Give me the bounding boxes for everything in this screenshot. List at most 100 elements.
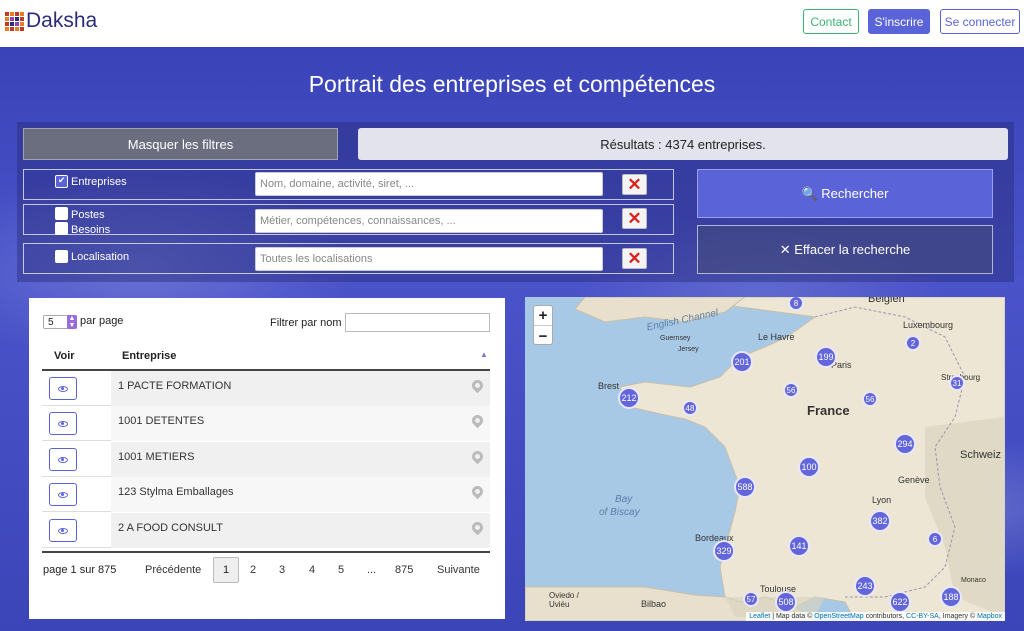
zoom-in-button[interactable]: + xyxy=(534,306,552,326)
map-cluster[interactable]: 294 xyxy=(894,433,916,455)
attribution-text: contributors, xyxy=(863,613,907,620)
map-label: Oviedo / Uviéu xyxy=(549,591,579,609)
map-cluster[interactable]: 56 xyxy=(783,382,799,398)
page-button[interactable]: 875 xyxy=(395,564,413,576)
map-cluster[interactable]: 141 xyxy=(788,535,810,557)
mapbox-link[interactable]: Mapbox xyxy=(977,613,1002,620)
table-row: 1 PACTE FORMATION xyxy=(42,371,490,406)
page-info: page 1 sur 875 xyxy=(43,564,117,576)
company-name[interactable]: 1001 METIERS xyxy=(118,451,194,463)
map-cluster[interactable]: 212 xyxy=(618,387,640,409)
map-label: Bilbao xyxy=(641,599,667,609)
page-button[interactable]: 2 xyxy=(250,564,256,576)
next-page-button[interactable]: Suivante xyxy=(437,564,480,576)
company-name[interactable]: 1 PACTE FORMATION xyxy=(118,380,231,392)
map-cluster[interactable]: 6 xyxy=(927,531,943,547)
page-size-select[interactable]: 5 ▲ ▼ xyxy=(43,315,77,329)
map-label: Luxembourg xyxy=(903,320,954,330)
logo[interactable]: Daksha xyxy=(5,9,97,33)
page-button[interactable]: 4 xyxy=(309,564,315,576)
search-button[interactable]: 🔍 Rechercher xyxy=(697,169,993,218)
login-button[interactable]: Se connecter xyxy=(940,9,1020,34)
page-button[interactable]: 5 xyxy=(338,564,344,576)
map-label: Le Havre xyxy=(758,332,795,342)
map-cluster[interactable]: 622 xyxy=(889,591,911,613)
top-bar: Daksha Contact S'inscrire Se connecter xyxy=(0,0,1024,47)
map-attribution: Leaflet | Map data © OpenStreetMap contr… xyxy=(746,612,1005,621)
leaflet-link[interactable]: Leaflet xyxy=(749,613,770,620)
england-land xyxy=(574,297,746,323)
needs-label: Besoins xyxy=(71,224,111,236)
clear-skills-button[interactable]: ✕ xyxy=(622,208,647,229)
sort-up-icon[interactable]: ▲ xyxy=(480,350,488,359)
close-icon: ✕ xyxy=(627,248,642,268)
needs-checkbox[interactable] xyxy=(55,222,68,235)
map-cluster[interactable]: 329 xyxy=(713,540,735,562)
map-cluster[interactable]: 199 xyxy=(815,346,837,368)
brand-name: Daksha xyxy=(26,9,98,32)
map-tiles xyxy=(525,297,1005,621)
previous-page-button[interactable]: Précédente xyxy=(145,564,201,576)
results-count: Résultats : 4374 entreprises. xyxy=(358,128,1008,160)
map-label: Lyon xyxy=(872,495,892,505)
view-button[interactable] xyxy=(49,483,77,506)
location-checkbox[interactable] xyxy=(55,250,68,263)
map-label: Jersey xyxy=(678,346,699,353)
filter-row-companies: Entreprises Nom, domaine, activité, sire… xyxy=(23,169,674,200)
map-cluster[interactable]: 188 xyxy=(940,586,962,608)
logo-mosaic-icon xyxy=(5,12,24,31)
company-name[interactable]: 2 A FOOD CONSULT xyxy=(118,522,223,534)
page-size-value: 5 xyxy=(48,316,54,328)
cc-link[interactable]: CC-BY-SA xyxy=(906,613,939,620)
map-cluster[interactable]: 382 xyxy=(869,510,891,532)
spinner-icon[interactable]: ▲ ▼ xyxy=(67,315,77,329)
signup-button[interactable]: S'inscrire xyxy=(868,9,930,34)
companies-search-input[interactable]: Nom, domaine, activité, siret, ... xyxy=(255,172,603,196)
map[interactable]: + − Belgien Luxembourg English Channel L… xyxy=(525,297,1005,621)
filter-by-name-label: Filtrer par nom xyxy=(270,317,342,329)
page-button[interactable]: 3 xyxy=(279,564,285,576)
map-cluster[interactable]: 243 xyxy=(854,575,876,597)
map-label: Guernsey xyxy=(660,335,691,342)
skills-search-input[interactable]: Métier, compétences, connaissances, ... xyxy=(255,209,603,233)
jobs-checkbox[interactable] xyxy=(55,207,68,220)
view-button[interactable] xyxy=(49,377,77,400)
map-cluster[interactable]: 588 xyxy=(734,476,756,498)
map-cluster[interactable]: 56 xyxy=(862,391,878,407)
view-button[interactable] xyxy=(49,519,77,542)
osm-link[interactable]: OpenStreetMap xyxy=(814,613,863,620)
filter-row-jobs: Postes Besoins Métier, compétences, conn… xyxy=(23,204,674,236)
clear-companies-button[interactable]: ✕ xyxy=(622,174,647,195)
map-cluster[interactable]: 100 xyxy=(798,456,820,478)
map-label: France xyxy=(807,403,850,418)
eye-icon xyxy=(58,527,68,534)
map-label: Monaco xyxy=(961,577,986,584)
map-cluster[interactable]: 508 xyxy=(775,591,797,613)
map-cluster[interactable]: 57 xyxy=(743,591,759,607)
map-label: of Biscay xyxy=(599,507,640,518)
map-cluster[interactable]: 201 xyxy=(731,351,753,373)
zoom-out-button[interactable]: − xyxy=(534,326,552,346)
map-cluster[interactable]: 2 xyxy=(905,335,921,351)
map-cluster[interactable]: 31 xyxy=(949,375,965,391)
filter-by-name-input[interactable] xyxy=(345,313,490,332)
map-label: Bay xyxy=(615,494,633,505)
company-name[interactable]: 123 Stylma Emballages xyxy=(118,486,234,498)
page-button-current[interactable]: 1 xyxy=(213,557,239,583)
zoom-control: + − xyxy=(533,305,553,345)
location-input[interactable]: Toutes les localisations xyxy=(255,247,603,271)
column-header-company[interactable]: Entreprise xyxy=(122,350,176,362)
page-ellipsis: ... xyxy=(367,564,377,576)
map-label: Brest xyxy=(598,381,620,391)
clear-search-button[interactable]: ✕ Effacer la recherche xyxy=(697,225,993,274)
view-button[interactable] xyxy=(49,448,77,471)
close-icon: ✕ xyxy=(627,174,642,194)
companies-checkbox[interactable] xyxy=(55,175,68,188)
company-name[interactable]: 1001 DETENTES xyxy=(118,415,204,427)
map-cluster[interactable]: 48 xyxy=(682,400,698,416)
contact-button[interactable]: Contact xyxy=(803,9,859,34)
view-button[interactable] xyxy=(49,412,77,435)
clear-location-button[interactable]: ✕ xyxy=(622,248,647,269)
eye-icon xyxy=(58,385,68,392)
hide-filters-button[interactable]: Masquer les filtres xyxy=(23,128,338,160)
